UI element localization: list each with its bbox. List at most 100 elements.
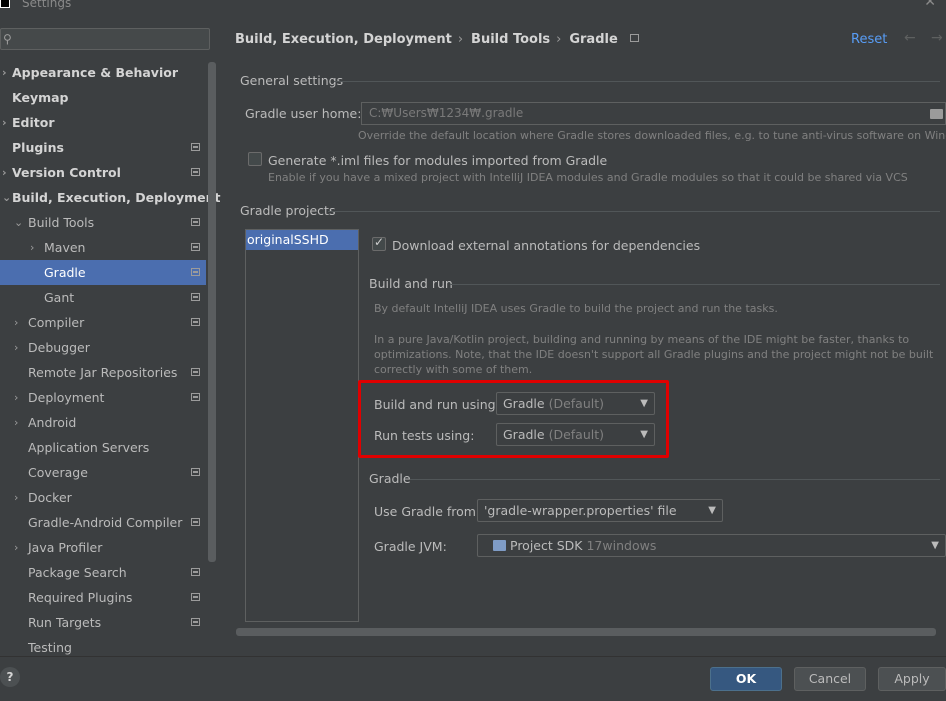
close-icon[interactable]: ✕ (924, 0, 936, 10)
sidebar-item-label: Version Control (12, 165, 121, 180)
sidebar-item-required-plugins[interactable]: Required Plugins (0, 585, 206, 610)
sidebar-item-coverage[interactable]: Coverage (0, 460, 206, 485)
chevron-right-icon[interactable]: › (14, 335, 18, 360)
general-settings-title: General settings (240, 73, 344, 88)
build-and-run-note-line: optimizations. Note, that the IDE doesn'… (374, 348, 934, 361)
chevron-down-icon[interactable]: ⌄ (14, 210, 23, 235)
build-and-run-note: In a pure Java/Kotlin project, building … (374, 332, 934, 377)
sidebar-item-maven[interactable]: › Maven (0, 235, 206, 260)
chevron-right-icon[interactable]: › (14, 410, 18, 435)
search-input[interactable]: ⚲ (0, 28, 210, 50)
gradle-user-home-field[interactable]: C:₩Users₩1234₩.gradle (361, 102, 946, 125)
back-arrow-icon[interactable]: ← (904, 30, 916, 46)
window-title: Settings (22, 0, 72, 10)
settings-window: Settings ✕ ⚲ › Appearance & Behavior Keyma… (0, 0, 946, 701)
sidebar-item-package-search[interactable]: Package Search (0, 560, 206, 585)
project-list-item[interactable]: originalSSHD (246, 230, 358, 250)
project-settings-icon (629, 34, 639, 42)
project-settings-icon (191, 593, 200, 601)
forward-arrow-icon[interactable]: → (931, 30, 943, 46)
sidebar-item-label: Required Plugins (28, 590, 133, 605)
sidebar-item-plugins[interactable]: Plugins (0, 135, 206, 160)
sidebar-item-label: Appearance & Behavior (12, 65, 178, 80)
sidebar-item-label: Build Tools (28, 215, 95, 230)
section-divider (328, 211, 940, 212)
project-settings-icon (191, 618, 200, 626)
breadcrumb-item[interactable]: Build Tools (471, 32, 550, 47)
download-annotations-label: Download external annotations for depend… (392, 238, 701, 253)
sidebar-item-gradle-android-compiler[interactable]: Gradle-Android Compiler (0, 510, 206, 535)
sidebar-item-compiler[interactable]: › Compiler (0, 310, 206, 335)
sidebar-item-application-servers[interactable]: Application Servers (0, 435, 206, 460)
project-settings-icon (191, 518, 200, 526)
sidebar-item-docker[interactable]: › Docker (0, 485, 206, 510)
download-annotations-checkbox[interactable]: ✓ (372, 235, 386, 251)
chevron-right-icon[interactable]: › (14, 485, 18, 510)
build-and-run-title: Build and run (369, 276, 453, 291)
title-bar: Settings ✕ (0, 0, 946, 12)
project-settings-icon (191, 368, 200, 376)
sidebar-item-run-targets[interactable]: Run Targets (0, 610, 206, 635)
sidebar-item-label: Package Search (28, 565, 127, 580)
search-icon: ⚲ (3, 32, 12, 46)
folder-icon[interactable] (930, 109, 943, 119)
sidebar-item-android[interactable]: › Android (0, 410, 206, 435)
gradle-user-home-value: C:₩Users₩1234₩.gradle (369, 106, 524, 120)
sidebar-scrollbar[interactable] (208, 62, 216, 562)
project-settings-icon (191, 143, 200, 151)
project-settings-icon (191, 168, 200, 176)
project-settings-icon (191, 318, 200, 326)
chevron-right-icon[interactable]: › (2, 110, 7, 135)
sidebar-item-editor[interactable]: › Editor (0, 110, 206, 135)
sidebar-item-appearance-behavior[interactable]: › Appearance & Behavior (0, 60, 206, 85)
help-icon[interactable]: ? (0, 667, 20, 687)
sidebar-item-label: Gradle-Android Compiler (28, 515, 183, 530)
chevron-right-icon[interactable]: › (2, 160, 7, 185)
chevron-right-icon[interactable]: › (14, 310, 18, 335)
cancel-button[interactable]: Cancel (794, 667, 866, 691)
build-and-run-note-line: correctly with some of them. (374, 363, 533, 376)
breadcrumb-item[interactable]: Build, Execution, Deployment (235, 32, 452, 47)
sidebar-item-label: Docker (28, 490, 72, 505)
chevron-right-icon[interactable]: › (2, 60, 7, 85)
section-divider (410, 479, 940, 480)
sidebar-item-java-profiler[interactable]: › Java Profiler (0, 535, 206, 560)
sidebar-item-remote-jar-repositories[interactable]: Remote Jar Repositories (0, 360, 206, 385)
checkmark-icon: ✓ (374, 235, 385, 249)
breadcrumb: Build, Execution, Deployment › Build Tools… (235, 32, 645, 50)
sidebar-item-debugger[interactable]: › Debugger (0, 335, 206, 360)
sidebar-item-label: Android (28, 415, 77, 430)
settings-tree: › Appearance & Behavior Keymap › Editor Plugi… (0, 60, 220, 660)
project-settings-icon (191, 293, 200, 301)
gradle-jvm-dropdown[interactable]: Project SDK 17windows ▼ (477, 534, 946, 557)
sidebar-item-build-tools[interactable]: ⌄ Build Tools (0, 210, 206, 235)
sidebar-item-label: Compiler (28, 315, 85, 330)
gradle-projects-list: originalSSHD (245, 229, 359, 622)
section-divider (334, 81, 940, 82)
sidebar: ⚲ › Appearance & Behavior Keymap › Editor Plu… (0, 16, 220, 656)
sidebar-item-keymap[interactable]: Keymap (0, 85, 206, 110)
sidebar-item-label: Gant (44, 290, 75, 305)
sidebar-item-label: Coverage (28, 465, 88, 480)
sidebar-item-deployment[interactable]: › Deployment (0, 385, 206, 410)
sidebar-item-gant[interactable]: Gant (0, 285, 206, 310)
dialog-footer: ? OK Cancel Apply (0, 656, 946, 701)
sidebar-item-gradle[interactable]: Gradle (0, 260, 206, 285)
content-scrollbar[interactable] (236, 628, 936, 636)
chevron-down-icon[interactable]: ⌄ (2, 185, 11, 210)
chevron-right-icon[interactable]: › (14, 385, 18, 410)
sidebar-item-version-control[interactable]: › Version Control (0, 160, 206, 185)
chevron-right-icon[interactable]: › (30, 235, 34, 260)
gradle-section-title: Gradle (369, 471, 411, 486)
project-settings-icon (191, 243, 200, 251)
use-gradle-from-dropdown[interactable]: 'gradle-wrapper.properties' file ▼ (477, 499, 723, 522)
sidebar-item-label: Maven (44, 240, 86, 255)
generate-iml-checkbox[interactable] (248, 152, 262, 166)
sidebar-item-label: Java Profiler (28, 540, 103, 555)
apply-button[interactable]: Apply (878, 667, 946, 691)
build-and-run-description: By default IntelliJ IDEA uses Gradle to … (374, 302, 778, 315)
reset-link[interactable]: Reset (851, 32, 887, 47)
chevron-right-icon[interactable]: › (14, 535, 18, 560)
sidebar-item-build-execution-deployment[interactable]: ⌄ Build, Execution, Deployment (0, 185, 220, 210)
ok-button[interactable]: OK (710, 667, 782, 691)
